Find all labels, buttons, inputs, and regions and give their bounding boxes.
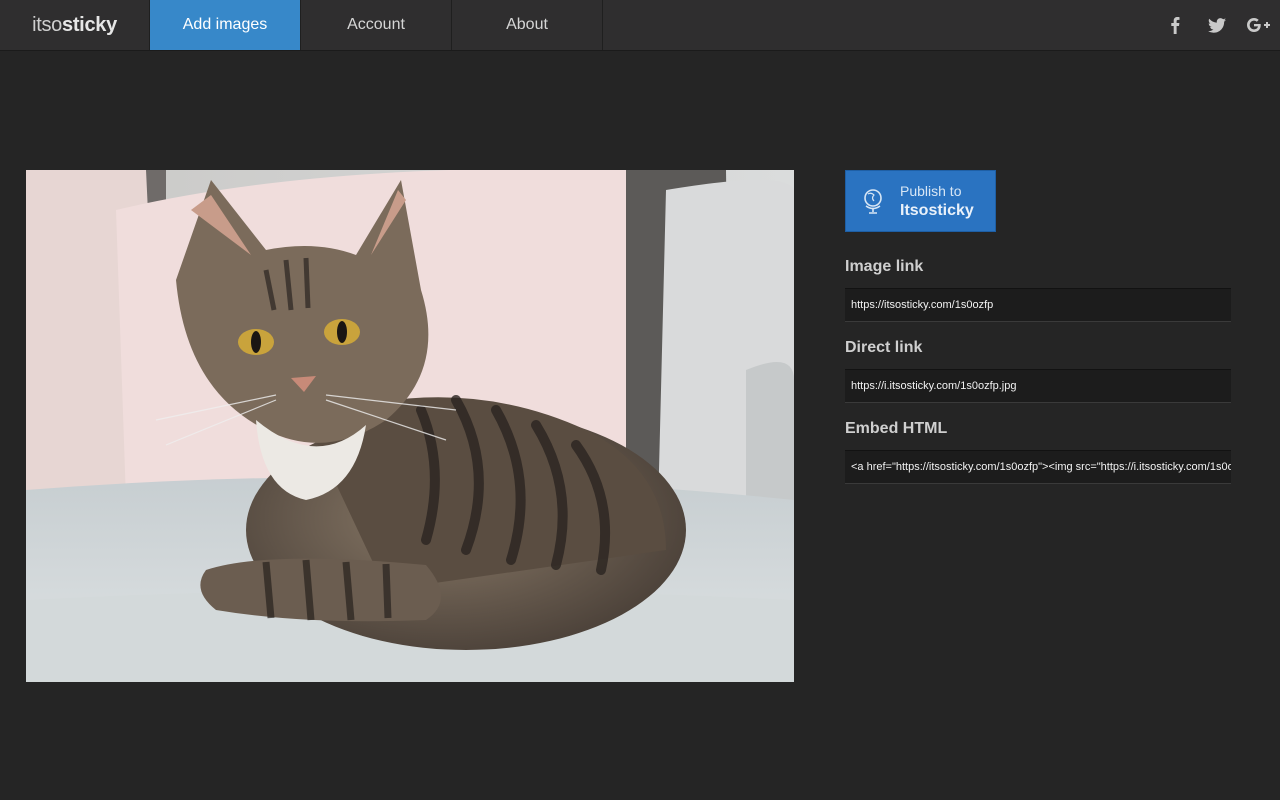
- facebook-icon[interactable]: [1154, 0, 1196, 50]
- nav-add-images[interactable]: Add images: [150, 0, 301, 50]
- direct-link-label: Direct link: [845, 339, 923, 356]
- logo-light-text: itso: [32, 13, 62, 36]
- top-navigation-bar: itso sticky Add images Account About: [0, 0, 1280, 51]
- publish-button[interactable]: Publish to Itsosticky: [845, 170, 996, 232]
- direct-link-field[interactable]: https://i.itsosticky.com/1s0ozfp.jpg: [845, 369, 1231, 403]
- embed-html-label: Embed HTML: [845, 420, 948, 437]
- nav-about[interactable]: About: [452, 0, 603, 50]
- logo-bold-text: sticky: [62, 13, 117, 36]
- twitter-icon[interactable]: [1196, 0, 1238, 50]
- publish-line1: Publish to: [900, 183, 962, 199]
- uploaded-image-cat[interactable]: [26, 170, 794, 682]
- image-link-label: Image link: [845, 258, 924, 275]
- google-plus-icon[interactable]: [1238, 0, 1280, 50]
- site-logo[interactable]: itso sticky: [0, 0, 150, 50]
- share-panel: Publish to Itsosticky Image link https:/…: [845, 170, 1231, 484]
- image-link-field[interactable]: https://itsosticky.com/1s0ozfp: [845, 288, 1231, 322]
- social-links: [1154, 0, 1280, 50]
- nav-account[interactable]: Account: [301, 0, 452, 50]
- publish-line2: Itsosticky: [900, 202, 974, 219]
- globe-icon: [846, 187, 900, 215]
- embed-html-field[interactable]: <a href="https://itsosticky.com/1s0ozfp"…: [845, 450, 1231, 484]
